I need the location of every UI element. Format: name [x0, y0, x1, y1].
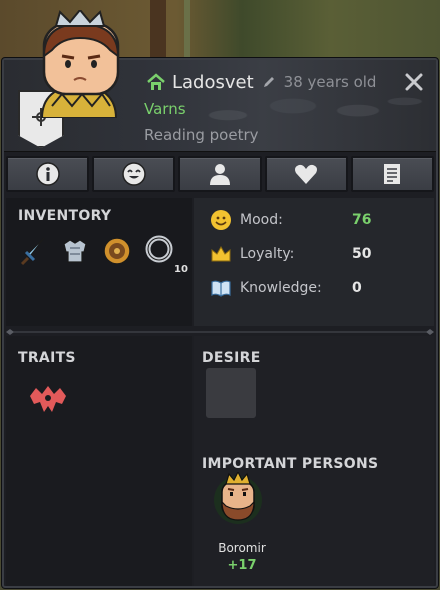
loyalty-value: 50 [352, 246, 372, 262]
tab-log[interactable] [350, 156, 435, 192]
section-divider [6, 329, 434, 335]
person-portrait-boromir[interactable] [212, 472, 264, 524]
heart-icon [295, 164, 318, 184]
tab-bar [6, 156, 435, 194]
character-panel: Ladosvet 38 years old Varns Reading poet… [2, 10, 438, 588]
person-name: Boromir [218, 541, 266, 555]
stat-label: Knowledge: [240, 280, 322, 296]
shield-icon[interactable] [100, 234, 134, 268]
name-row: Ladosvet 38 years old [146, 70, 376, 94]
character-name: Ladosvet [172, 71, 254, 93]
inventory-section: INVENTORY 10 [6, 198, 192, 326]
desire-persons-section: DESIRE IMPORTANT PERSONS Boromir +17 [194, 336, 434, 586]
tab-relations[interactable] [264, 156, 348, 192]
desire-slot[interactable] [206, 368, 256, 418]
knowledge-value: 0 [352, 280, 362, 296]
desire-title: DESIRE [202, 350, 261, 366]
book-icon [211, 280, 231, 297]
ring-count: 10 [174, 264, 188, 275]
sword-icon[interactable] [16, 234, 50, 268]
ring-icon[interactable] [142, 234, 176, 268]
stat-label: Loyalty: [240, 246, 295, 262]
crown-icon [211, 245, 231, 262]
stat-knowledge: Knowledge: 0 [210, 276, 362, 300]
traits-section: TRAITS [6, 336, 192, 586]
pencil-icon[interactable] [262, 75, 276, 89]
stat-label: Mood: [240, 212, 283, 228]
important-persons-title: IMPORTANT PERSONS [202, 456, 379, 472]
mood-value: 76 [352, 212, 372, 228]
character-age: 38 years old [283, 73, 377, 91]
home-icon [147, 73, 165, 90]
stats-section: Mood: 76 Loyalty: 50 Knowledge: 0 [194, 198, 434, 326]
inventory-title: INVENTORY [18, 208, 112, 224]
smiley-icon [211, 210, 231, 230]
trait-crown-icon[interactable] [26, 382, 70, 416]
tab-mood[interactable] [92, 156, 176, 192]
person-relation-score: +17 [227, 558, 257, 573]
mood-face-icon [122, 162, 146, 186]
house-name[interactable]: Varns [144, 100, 186, 118]
current-activity: Reading poetry [144, 126, 259, 144]
document-icon [384, 164, 401, 184]
info-icon [35, 162, 60, 186]
close-icon[interactable] [404, 72, 424, 92]
traits-title: TRAITS [18, 350, 76, 366]
stat-mood: Mood: 76 [210, 208, 371, 232]
tab-character[interactable] [178, 156, 262, 192]
stat-loyalty: Loyalty: 50 [210, 242, 371, 266]
character-header: Ladosvet 38 years old Varns Reading poet… [4, 10, 436, 152]
character-portrait[interactable] [22, 10, 136, 118]
tab-info[interactable] [6, 156, 90, 192]
person-icon [210, 164, 230, 185]
armor-icon[interactable] [58, 234, 92, 268]
